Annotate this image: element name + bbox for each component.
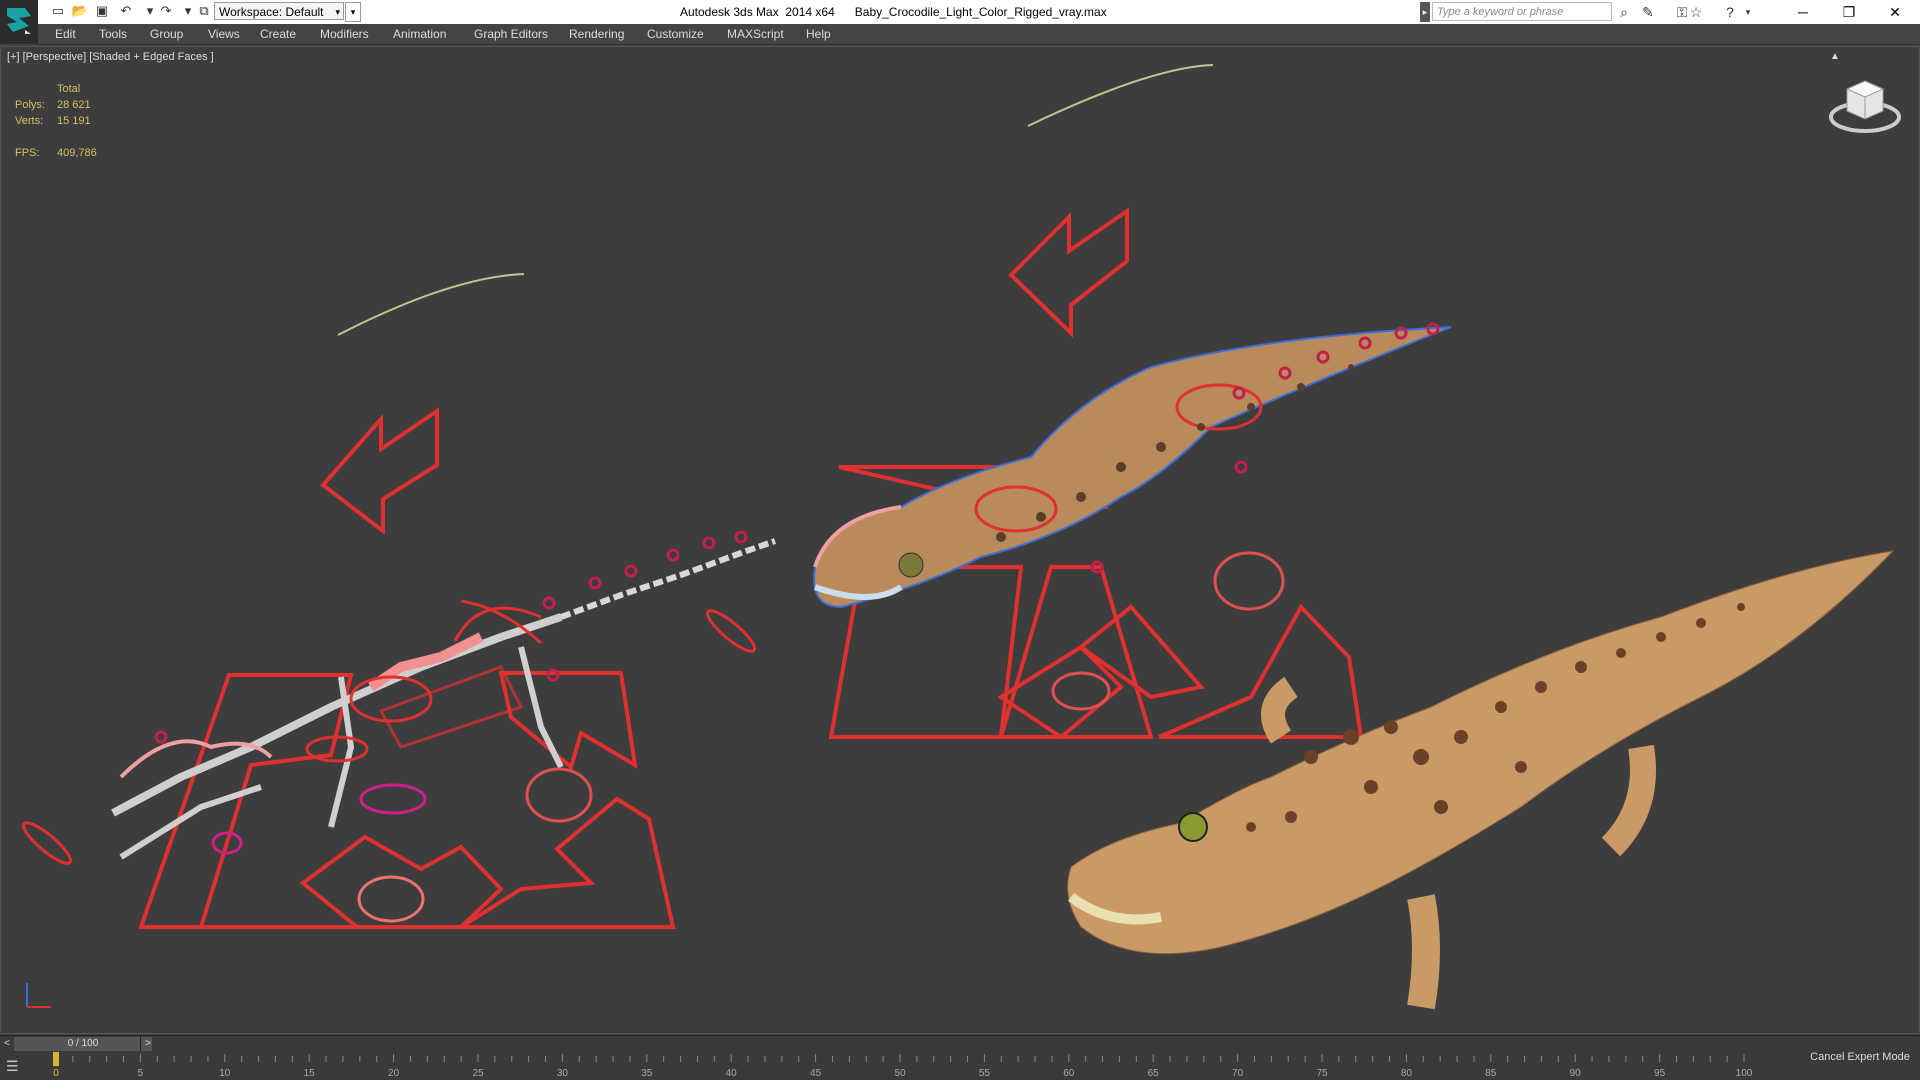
restore-button[interactable]: ❐ [1826, 0, 1872, 24]
frame-tick-label: 75 [1316, 1068, 1328, 1079]
frame-tick-label: 10 [219, 1068, 231, 1079]
frame-tick-label: 85 [1485, 1068, 1497, 1079]
minimize-button[interactable]: ─ [1780, 0, 1826, 24]
menu-customize[interactable]: Customize [647, 24, 704, 44]
redo-icon[interactable]: ↷ [156, 2, 176, 20]
menu-help[interactable]: Help [806, 24, 831, 44]
binoculars-icon[interactable]: ⌕ [1614, 2, 1634, 22]
window-title: Autodesk 3ds Max 2014 x64 Baby_Crocodile… [680, 0, 1107, 24]
menu-rendering[interactable]: Rendering [569, 24, 624, 44]
ik-target-control [705, 609, 757, 653]
quick-access-customize-button[interactable]: ▾ [345, 2, 361, 22]
frame-tick-label: 100 [1736, 1068, 1753, 1079]
menu-modifiers[interactable]: Modifiers [320, 24, 369, 44]
next-frame-button[interactable]: > [140, 1036, 155, 1052]
direction-arrow-control [320, 407, 439, 536]
cancel-expert-mode-button[interactable]: Cancel Expert Mode [1800, 1046, 1920, 1068]
search-tools-icon[interactable]: ✎ [1638, 2, 1658, 22]
eye [1178, 812, 1208, 842]
frame-tick-label: 80 [1401, 1068, 1413, 1079]
menu-create[interactable]: Create [260, 24, 296, 44]
eye-wire [898, 552, 924, 578]
motion-path-curve [1027, 64, 1214, 127]
close-button[interactable]: ✕ [1872, 0, 1918, 24]
scene-canvas[interactable] [1, 47, 1919, 1033]
foot-control [498, 671, 638, 771]
menu-maxscript[interactable]: MAXScript [727, 24, 784, 44]
title-bar: ▭ 📂 ▣ ↶ ▾ ↷ ▾ ⧉ Workspace: Default ▾ ▾ A… [0, 0, 1920, 24]
workspace-select[interactable]: Workspace: Default ▾ [214, 2, 344, 20]
frame-tick-label: 95 [1654, 1068, 1666, 1079]
menu-views[interactable]: Views [208, 24, 240, 44]
favorite-star-icon[interactable]: ☆ [1686, 2, 1706, 22]
help-icon[interactable]: ? [1720, 2, 1740, 22]
wrist-control [359, 783, 427, 815]
menu-edit[interactable]: Edit [55, 24, 76, 44]
frame-tick-label: 15 [304, 1068, 316, 1079]
file-name: Baby_Crocodile_Light_Color_Rigged_vray.m… [854, 5, 1107, 19]
frame-tick-label: 55 [979, 1068, 991, 1079]
chevron-down-icon: ▾ [335, 7, 340, 17]
frame-tick-label: 20 [388, 1068, 400, 1079]
axis-tripod-icon [26, 983, 51, 1008]
direction-arrow-control [1008, 207, 1129, 338]
hand-control [357, 875, 425, 923]
frame-tick-label: 65 [1148, 1068, 1160, 1079]
frame-tick-label: 50 [894, 1068, 906, 1079]
workspace-label: Workspace: Default [219, 5, 324, 19]
frame-ruler[interactable]: 0 5 10 15 20 25 30 35 40 45 50 55 60 65 70 75 80 85 90 95 10… [44, 1052, 1804, 1080]
frame-tick-label: 25 [472, 1068, 484, 1079]
search-expand-button[interactable]: ▸ [1420, 2, 1430, 22]
tail-controls [154, 530, 748, 744]
frame-tick-label: 30 [557, 1068, 569, 1079]
menu-graph-editors[interactable]: Graph Editors [474, 24, 548, 44]
menu-animation[interactable]: Animation [393, 24, 446, 44]
frame-tick-label: 90 [1570, 1068, 1582, 1079]
menu-tools[interactable]: Tools [99, 24, 127, 44]
motion-path-curve [337, 273, 525, 336]
search-input[interactable]: Type a keyword or phrase [1432, 2, 1612, 21]
frame-tick-label: 5 [138, 1068, 144, 1079]
ik-target-control [21, 821, 73, 865]
menu-bar: Edit Tools Group Views Create Modifiers … [38, 24, 1920, 45]
menu-group[interactable]: Group [150, 24, 183, 44]
app-menu-button[interactable] [0, 0, 38, 44]
frame-tick-label: 70 [1232, 1068, 1244, 1079]
time-slider-thumb[interactable]: 0 / 100 [14, 1037, 152, 1051]
current-frame-marker [53, 1052, 59, 1066]
frame-tick-label: 45 [810, 1068, 822, 1079]
save-icon[interactable]: ▣ [92, 2, 112, 20]
track-bar[interactable]: ☰ 0 5 10 15 20 25 30 35 40 45 50 55 60 65 70 75 80 85 90 95… [0, 1052, 1920, 1080]
new-file-icon[interactable]: ▭ [48, 2, 68, 20]
frame-display: 0 / 100 [67, 1038, 99, 1049]
help-dropdown-icon[interactable]: ▾ [1738, 2, 1758, 22]
search-placeholder: Type a keyword or phrase [1437, 6, 1564, 18]
frame-tick-label: 0 [53, 1068, 59, 1079]
app-title: Autodesk 3ds Max 2014 x64 [680, 5, 835, 19]
leg-bone [518, 646, 564, 769]
open-file-icon[interactable]: 📂 [70, 2, 90, 20]
project-folder-icon[interactable]: ⧉ [194, 2, 214, 20]
frame-tick-label: 35 [641, 1068, 653, 1079]
hand-control [525, 767, 593, 823]
frame-tick-label: 40 [726, 1068, 738, 1079]
3ds-max-logo-icon [7, 8, 31, 34]
undo-icon[interactable]: ↶ [116, 2, 136, 20]
prev-frame-button[interactable]: < [0, 1036, 15, 1052]
foot-control [201, 834, 504, 929]
frame-tick-label: 60 [1063, 1068, 1075, 1079]
mini-curve-editor-icon[interactable]: ☰ [6, 1058, 19, 1075]
foot-control [454, 796, 676, 929]
foot-control [1077, 604, 1205, 700]
time-slider[interactable]: < 0 / 100 > [0, 1035, 1920, 1052]
rendered-crocodile [1067, 550, 1895, 955]
perspective-viewport[interactable]: [+] [Perspective] [Shaded + Edged Faces … [0, 46, 1920, 1034]
